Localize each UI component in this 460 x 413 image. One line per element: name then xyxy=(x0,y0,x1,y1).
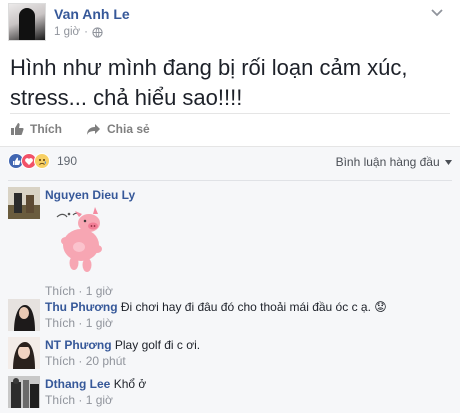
commenter-name[interactable]: Nguyen Dieu Ly xyxy=(45,188,135,202)
pink-pig-sticker xyxy=(56,207,102,272)
author-name[interactable]: Van Anh Le xyxy=(54,6,130,22)
comment-body: Thu Phương Đi chơi hay đi đâu đó cho tho… xyxy=(45,299,445,331)
divider xyxy=(8,180,452,181)
comment-text: Play golf đi c ơi. xyxy=(114,338,201,352)
comment-actions: Thích · 20 phút xyxy=(45,354,126,368)
comment-actions: Thích · 1 giờ xyxy=(45,393,113,407)
share-button-label: Chia sẻ xyxy=(107,122,150,136)
caret-down-icon xyxy=(445,160,452,166)
globe-icon[interactable] xyxy=(92,26,103,38)
comment-actions: Thích · 1 giờ xyxy=(45,316,113,330)
sad-reaction-icon xyxy=(34,153,50,169)
comment-like-link[interactable]: Thích xyxy=(45,354,75,368)
commenter-name[interactable]: Dthang Lee xyxy=(45,377,110,391)
share-arrow-icon xyxy=(87,123,100,135)
commenter-name[interactable]: NT Phương xyxy=(45,338,112,352)
comment-sort-dropdown[interactable]: Bình luận hàng đầu xyxy=(336,155,452,169)
author-avatar[interactable] xyxy=(8,3,46,41)
divider xyxy=(10,113,450,114)
like-button[interactable]: Thích xyxy=(10,122,62,136)
share-button[interactable]: Chia sẻ xyxy=(86,122,150,136)
commenter-name[interactable]: Thu Phương xyxy=(45,300,118,314)
commenter-avatar[interactable] xyxy=(8,299,40,331)
comment-actions: Thích · 1 giờ xyxy=(45,284,113,298)
comments-panel: 190 Bình luận hàng đầu Nguyen Dieu Ly Th… xyxy=(0,146,460,413)
post-header: Van Anh Le 1 giờ · xyxy=(0,0,460,45)
post-time[interactable]: 1 giờ xyxy=(54,26,80,38)
comment-body: Dthang Lee Khổ ở Thích · 1 giờ xyxy=(45,376,445,408)
commenter-avatar[interactable] xyxy=(8,376,40,408)
like-button-label: Thích xyxy=(30,122,62,136)
post-text: Hình như mình đang bị rối loạn cảm xúc, … xyxy=(10,55,408,110)
comment-like-link[interactable]: Thích xyxy=(45,393,75,407)
post-meta: 1 giờ · xyxy=(54,26,103,38)
comment-body: Nguyen Dieu Ly Thích · 1 giờ xyxy=(45,187,445,298)
comment-like-link[interactable]: Thích xyxy=(45,284,75,298)
comment-text: Đi chơi hay đi đâu đó cho thoải mái đầu … xyxy=(120,300,387,314)
comment-time[interactable]: 1 giờ xyxy=(86,393,113,407)
reaction-count[interactable]: 190 xyxy=(57,154,77,168)
comment-time[interactable]: 20 phút xyxy=(86,354,126,368)
comment-time[interactable]: 1 giờ xyxy=(86,284,113,298)
reactions-summary[interactable]: 190 xyxy=(8,153,77,169)
comment-time[interactable]: 1 giờ xyxy=(86,316,113,330)
commenter-avatar[interactable] xyxy=(8,337,40,369)
comment-like-link[interactable]: Thích xyxy=(45,316,75,330)
chevron-down-icon[interactable] xyxy=(430,8,444,18)
commenter-avatar[interactable] xyxy=(8,187,40,219)
comment-sort-label: Bình luận hàng đầu xyxy=(335,155,440,169)
comment-body: NT Phương Play golf đi c ơi. Thích · 20 … xyxy=(45,337,445,369)
comment-text: Khổ ở xyxy=(113,377,147,391)
thumbs-up-icon xyxy=(11,123,24,135)
